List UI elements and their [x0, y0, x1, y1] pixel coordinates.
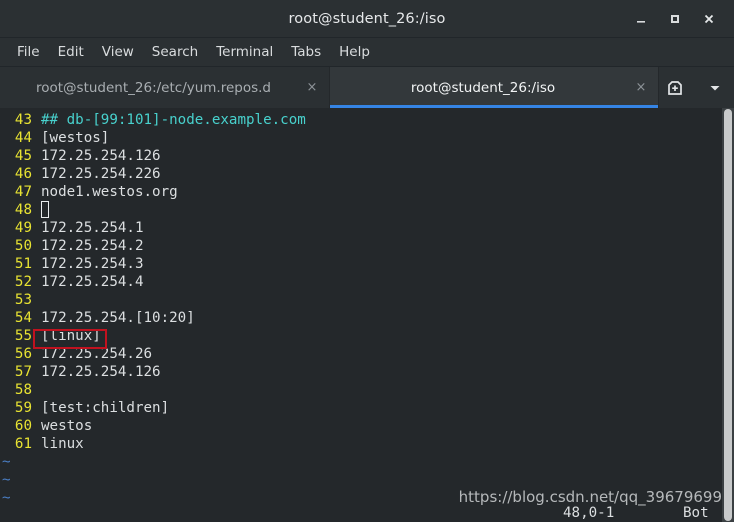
maximize-button[interactable]: [658, 4, 692, 34]
menu-item-view[interactable]: View: [93, 41, 143, 63]
tab-iso[interactable]: root@student_26:/iso ×: [330, 67, 659, 108]
minimize-icon: [637, 20, 645, 23]
editor-buffer: 43 ## db-[99:101]-node.example.com 44 [w…: [0, 111, 734, 507]
editor-line: 51 172.25.254.3: [0, 255, 734, 273]
editor-line: 60 westos: [0, 417, 734, 435]
empty-line-marker-row: ~: [0, 471, 734, 489]
line-number: 45: [14, 148, 32, 164]
menu-item-search[interactable]: Search: [143, 41, 207, 63]
menu-item-edit[interactable]: Edit: [49, 41, 93, 63]
editor-line: 53: [0, 291, 734, 309]
line-text: 172.25.254.226: [41, 166, 161, 182]
window-controls: [624, 0, 726, 37]
line-number: 56: [14, 346, 32, 362]
line-number: 50: [14, 238, 32, 254]
line-number: 61: [14, 436, 32, 452]
line-text: ## db-[99:101]-node.example.com: [41, 112, 306, 128]
line-text: linux: [41, 436, 84, 452]
new-tab-icon: [667, 80, 682, 95]
terminal-window: root@student_26:/iso File Edit View Sear…: [0, 0, 734, 522]
scroll-position: Bot: [683, 505, 709, 521]
tab-label: root@student_26:/etc/yum.repos.d: [35, 79, 272, 96]
editor-line: 56 172.25.254.26: [0, 345, 734, 363]
cursor-position: 48,0-1: [563, 505, 615, 521]
editor-line: 58: [0, 381, 734, 399]
status-line: 48,0-1 Bot: [0, 503, 734, 522]
editor-line: 54 172.25.254.[10:20]: [0, 309, 734, 327]
editor-line: 50 172.25.254.2: [0, 237, 734, 255]
tab-list-dropdown-button[interactable]: [702, 75, 728, 101]
new-tab-button[interactable]: [662, 75, 688, 101]
menu-item-terminal[interactable]: Terminal: [207, 41, 282, 63]
line-text: 172.25.254.1: [41, 220, 144, 236]
menu-item-file[interactable]: File: [8, 41, 49, 63]
window-title: root@student_26:/iso: [288, 10, 446, 27]
tab-bar-actions: [659, 67, 734, 108]
editor-line-annotated: 55 [linux]: [0, 327, 734, 345]
tab-bar: root@student_26:/etc/yum.repos.d × root@…: [0, 67, 734, 108]
line-text: [test:children]: [41, 400, 170, 416]
menu-item-tabs[interactable]: Tabs: [282, 41, 330, 63]
line-number: 46: [14, 166, 32, 182]
line-text: [linux]: [41, 328, 101, 344]
minimize-button[interactable]: [624, 4, 658, 34]
line-number: 44: [14, 130, 32, 146]
editor-line: 44 [westos]: [0, 129, 734, 147]
editor-line: 52 172.25.254.4: [0, 273, 734, 291]
line-number: 54: [14, 310, 32, 326]
editor-line: 47 node1.westos.org: [0, 183, 734, 201]
editor-line: 59 [test:children]: [0, 399, 734, 417]
text-cursor: [41, 201, 50, 218]
tab-close-icon[interactable]: ×: [305, 80, 319, 95]
editor-line: 57 172.25.254.126: [0, 363, 734, 381]
line-text: westos: [41, 418, 93, 434]
line-number: 58: [14, 382, 32, 398]
chevron-down-icon: [710, 85, 719, 90]
line-text: 172.25.254.3: [41, 256, 144, 272]
line-number: 52: [14, 274, 32, 290]
editor-line: 49 172.25.254.1: [0, 219, 734, 237]
line-number: 43: [14, 112, 32, 128]
tab-yum-repos-d[interactable]: root@student_26:/etc/yum.repos.d ×: [0, 67, 330, 108]
line-text: node1.westos.org: [41, 184, 178, 200]
terminal-content[interactable]: 43 ## db-[99:101]-node.example.com 44 [w…: [0, 108, 734, 522]
editor-line: 43 ## db-[99:101]-node.example.com: [0, 111, 734, 129]
maximize-icon: [671, 14, 679, 23]
line-text: 172.25.254.126: [41, 364, 161, 380]
editor-line-with-cursor: 48: [0, 201, 734, 219]
line-number: 51: [14, 256, 32, 272]
line-number: 49: [14, 220, 32, 236]
line-number: 57: [14, 364, 32, 380]
line-text: 172.25.254.2: [41, 238, 144, 254]
menu-bar: File Edit View Search Terminal Tabs Help: [0, 38, 734, 67]
line-text: 172.25.254.4: [41, 274, 144, 290]
line-text: [32, 201, 50, 219]
editor-line: 45 172.25.254.126: [0, 147, 734, 165]
tab-label: root@student_26:/iso: [410, 79, 556, 96]
scrollbar-thumb[interactable]: [724, 109, 732, 521]
editor-line: 61 linux: [0, 435, 734, 453]
editor-line: 46 172.25.254.226: [0, 165, 734, 183]
line-number: 48: [14, 202, 32, 218]
line-text: [32, 381, 41, 399]
line-text: [westos]: [41, 130, 110, 146]
tilde-marker: ~: [2, 454, 11, 470]
line-number: 47: [14, 184, 32, 200]
line-text: 172.25.254.26: [41, 346, 153, 362]
line-text: [32, 291, 41, 309]
empty-line-marker-row: ~: [0, 453, 734, 471]
line-number: 60: [14, 418, 32, 434]
line-number: 59: [14, 400, 32, 416]
title-bar: root@student_26:/iso: [0, 0, 734, 38]
close-icon: [704, 14, 714, 23]
line-number: 53: [14, 292, 32, 308]
terminal-scrollbar[interactable]: [722, 108, 734, 522]
line-text: 172.25.254.126: [41, 148, 161, 164]
menu-item-help[interactable]: Help: [330, 41, 379, 63]
tab-close-icon[interactable]: ×: [634, 80, 648, 95]
line-number: 55: [14, 328, 32, 344]
line-text: 172.25.254.[10:20]: [41, 310, 195, 326]
close-button[interactable]: [692, 4, 726, 34]
tilde-marker: ~: [2, 472, 11, 488]
